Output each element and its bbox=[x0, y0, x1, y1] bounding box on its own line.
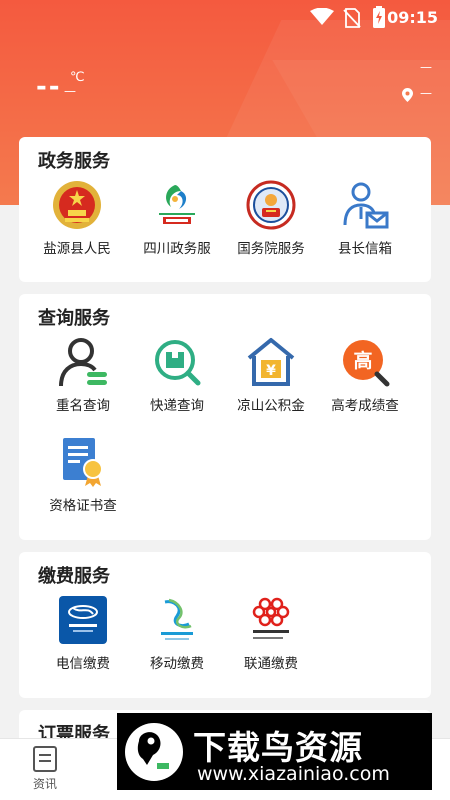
certificate-icon bbox=[63, 438, 103, 487]
weather-temperature: -- bbox=[36, 72, 62, 102]
service-item-name-query[interactable]: 重名查询 bbox=[36, 336, 130, 414]
service-label: 移动缴费 bbox=[150, 656, 204, 672]
service-item-telecom[interactable]: 电信缴费 bbox=[36, 594, 130, 672]
express-search-icon bbox=[155, 340, 201, 386]
nav-item-news[interactable]: 资讯 bbox=[0, 739, 90, 800]
weather-unit: ℃ bbox=[70, 70, 85, 85]
location-pin-icon bbox=[402, 88, 413, 102]
payment-services-card: 缴费服务 电信缴费 移动缴费 联通缴费 bbox=[19, 552, 431, 698]
gaokao-icon: 高 bbox=[343, 340, 390, 387]
service-label: 电信缴费 bbox=[56, 656, 110, 672]
weather-aqi: — bbox=[420, 60, 432, 74]
service-label: 重名查询 bbox=[56, 398, 110, 414]
service-label: 高考成绩查 bbox=[331, 398, 399, 414]
location-text: — bbox=[420, 86, 432, 100]
service-item-sichuan-gov[interactable]: 四川政务服 bbox=[130, 179, 224, 257]
service-item-housing-fund[interactable]: ¥ 凉山公积金 bbox=[224, 336, 318, 414]
weather-condition: — bbox=[64, 84, 76, 98]
nav-label: 资讯 bbox=[32, 777, 57, 791]
state-council-icon bbox=[246, 180, 296, 230]
battery-charging-icon bbox=[373, 6, 385, 28]
housing-fund-icon: ¥ bbox=[247, 338, 295, 386]
section-title: 政务服务 bbox=[38, 151, 110, 172]
svg-text:高: 高 bbox=[353, 349, 372, 372]
no-sim-icon bbox=[343, 8, 361, 28]
china-telecom-icon bbox=[59, 596, 107, 644]
watermark-overlay: 下载鸟资源 www.xiazainiao.com bbox=[117, 713, 432, 790]
mailbox-icon bbox=[343, 182, 389, 229]
service-item-yanyuan[interactable]: 盐源县人民 bbox=[30, 179, 124, 257]
person-search-icon bbox=[59, 338, 107, 387]
service-item-certificate[interactable]: 资格证书查 bbox=[36, 436, 130, 514]
news-icon bbox=[33, 746, 57, 772]
service-label: 快递查询 bbox=[150, 398, 204, 414]
bird-logo-icon bbox=[125, 723, 183, 781]
service-item-express-query[interactable]: 快递查询 bbox=[130, 336, 224, 414]
service-label: 四川政务服 bbox=[143, 241, 211, 257]
service-item-state-council[interactable]: 国务院服务 bbox=[224, 179, 318, 257]
service-item-unicom[interactable]: 联通缴费 bbox=[224, 594, 318, 672]
sichuan-gov-icon bbox=[159, 185, 195, 224]
section-title: 缴费服务 bbox=[38, 566, 110, 587]
china-mobile-icon bbox=[161, 598, 193, 640]
query-services-card: 查询服务 重名查询 快递查询 ¥ 凉山公积金 高 高考成绩查 资格证书查 bbox=[19, 294, 431, 540]
service-item-mailbox[interactable]: 县长信箱 bbox=[318, 179, 412, 257]
service-label: 盐源县人民 bbox=[43, 241, 111, 257]
china-unicom-icon bbox=[252, 597, 290, 639]
status-bar: 09:15 bbox=[0, 0, 450, 36]
service-label: 资格证书查 bbox=[49, 498, 117, 514]
service-item-mobile[interactable]: 移动缴费 bbox=[130, 594, 224, 672]
service-item-gaokao[interactable]: 高 高考成绩查 bbox=[318, 336, 412, 414]
service-label: 联通缴费 bbox=[244, 656, 298, 672]
status-time: 09:15 bbox=[387, 8, 438, 27]
service-label: 凉山公积金 bbox=[237, 398, 305, 414]
service-label: 国务院服务 bbox=[237, 241, 305, 257]
wifi-icon bbox=[310, 8, 334, 25]
svg-text:¥: ¥ bbox=[266, 363, 276, 379]
watermark-url: www.xiazainiao.com bbox=[197, 763, 390, 785]
section-title: 查询服务 bbox=[38, 308, 110, 329]
gov-services-card: 政务服务 盐源县人民 四川政务服 国务院服务 县长信箱 bbox=[19, 137, 431, 282]
service-label: 县长信箱 bbox=[338, 241, 392, 257]
national-emblem-icon bbox=[53, 181, 101, 229]
watermark-title: 下载鸟资源 bbox=[193, 728, 363, 767]
